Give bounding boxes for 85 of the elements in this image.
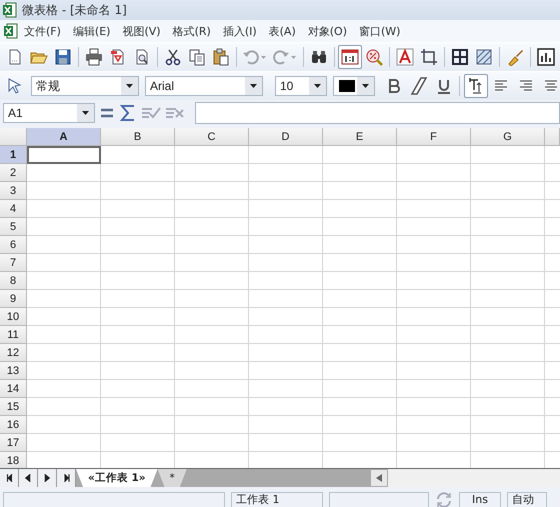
menu-item[interactable]: 窗口(W) bbox=[353, 22, 406, 40]
hatch-icon bbox=[475, 48, 493, 66]
scroll-left-button[interactable] bbox=[370, 469, 388, 487]
active-cell[interactable] bbox=[27, 146, 101, 164]
print-icon bbox=[85, 48, 103, 66]
style-dropdown[interactable]: 常规 bbox=[31, 76, 139, 96]
column-header[interactable]: G bbox=[471, 128, 545, 146]
font-size-dropdown[interactable]: 10 bbox=[275, 76, 327, 96]
row-header[interactable]: 14 bbox=[0, 380, 27, 398]
row-header[interactable]: 18 bbox=[0, 452, 27, 468]
row-header[interactable]: 1 bbox=[0, 146, 27, 164]
zoom-icon bbox=[365, 48, 383, 66]
row-header[interactable]: 16 bbox=[0, 416, 27, 434]
row-header[interactable]: 5 bbox=[0, 218, 27, 236]
row-header[interactable]: 4 bbox=[0, 200, 27, 218]
arrow-icon bbox=[376, 474, 382, 482]
equals-icon[interactable] bbox=[99, 106, 115, 120]
zoom100-icon bbox=[341, 48, 359, 66]
save-icon bbox=[54, 48, 72, 66]
calc-mode-status: 自动 bbox=[507, 492, 547, 507]
column-header[interactable]: C bbox=[175, 128, 249, 146]
menu-item[interactable]: 视图(V) bbox=[116, 22, 167, 40]
dropdown-arrow-icon bbox=[250, 84, 257, 88]
row-header[interactable]: 10 bbox=[0, 308, 27, 326]
sheet-nav-button[interactable] bbox=[19, 469, 38, 487]
font-dropdown[interactable]: Arial bbox=[145, 76, 263, 96]
menu-item[interactable]: 格式(R) bbox=[166, 22, 217, 40]
row-header[interactable]: 15 bbox=[0, 398, 27, 416]
insert-mode-status: Ins bbox=[459, 492, 501, 507]
menu-item[interactable]: 编辑(E) bbox=[66, 22, 116, 40]
row-header[interactable]: 3 bbox=[0, 182, 27, 200]
menu-item[interactable]: 文件(F) bbox=[18, 22, 67, 40]
sheet-nav-button[interactable] bbox=[38, 469, 57, 487]
borders-icon bbox=[451, 48, 469, 66]
font-color-dropdown[interactable] bbox=[333, 76, 375, 96]
cut-icon bbox=[164, 48, 182, 66]
column-header[interactable]: B bbox=[101, 128, 175, 146]
row-header[interactable]: 13 bbox=[0, 362, 27, 380]
row-header[interactable]: 17 bbox=[0, 434, 27, 452]
dropdown-arrow-icon bbox=[314, 84, 321, 88]
dropdown-arrow-icon bbox=[82, 111, 89, 115]
chart-icon bbox=[537, 48, 555, 66]
wrap-button[interactable] bbox=[464, 74, 488, 98]
sync-icon bbox=[435, 490, 453, 507]
copy-icon bbox=[188, 48, 206, 66]
menu-item[interactable]: 表(A) bbox=[262, 22, 302, 40]
sheet-tab[interactable]: * bbox=[158, 469, 187, 487]
row-header[interactable]: 6 bbox=[0, 236, 27, 254]
dropdown-arrow-icon bbox=[126, 84, 133, 88]
column-header[interactable]: D bbox=[249, 128, 323, 146]
pointer-icon bbox=[6, 77, 24, 95]
textcolor-icon bbox=[396, 48, 414, 66]
row-header[interactable]: 11 bbox=[0, 326, 27, 344]
sheet-nav-button[interactable] bbox=[0, 469, 19, 487]
row-header[interactable]: 2 bbox=[0, 164, 27, 182]
spreadsheet-icon bbox=[3, 2, 17, 18]
undo-icon bbox=[242, 48, 268, 66]
paste-icon bbox=[212, 48, 230, 66]
sheet-name-status: 工作表 1 bbox=[231, 492, 323, 507]
formula-input[interactable] bbox=[195, 102, 560, 124]
sheet-tab[interactable]: «工作表 1» bbox=[76, 469, 158, 487]
color-swatch bbox=[339, 80, 355, 92]
spreadsheet-icon bbox=[4, 23, 18, 39]
column-header[interactable]: A bbox=[27, 128, 101, 146]
dropdown-arrow-icon bbox=[362, 84, 369, 88]
row-header[interactable]: 8 bbox=[0, 272, 27, 290]
horizontal-scrollbar[interactable] bbox=[388, 469, 560, 487]
row-header[interactable]: 7 bbox=[0, 254, 27, 272]
window-title: 微表格 - [未命名 1] bbox=[22, 2, 127, 18]
menu-item[interactable]: 插入(I) bbox=[216, 22, 263, 40]
crop-icon bbox=[420, 48, 438, 66]
italic-icon bbox=[410, 77, 428, 95]
column-header[interactable]: F bbox=[397, 128, 471, 146]
sheet-nav-button[interactable] bbox=[57, 469, 76, 487]
brush-icon bbox=[506, 48, 524, 66]
sum-icon[interactable] bbox=[119, 104, 137, 122]
redo-icon bbox=[272, 48, 298, 66]
zoom100-button[interactable] bbox=[338, 45, 362, 69]
find-icon bbox=[310, 48, 328, 66]
menu-item[interactable]: 对象(O) bbox=[302, 22, 353, 40]
column-header[interactable]: E bbox=[323, 128, 397, 146]
cell-grid[interactable] bbox=[27, 146, 560, 468]
cell-reference-box[interactable]: A1 bbox=[3, 103, 95, 123]
row-header[interactable]: 12 bbox=[0, 344, 27, 362]
row-header[interactable]: 9 bbox=[0, 290, 27, 308]
